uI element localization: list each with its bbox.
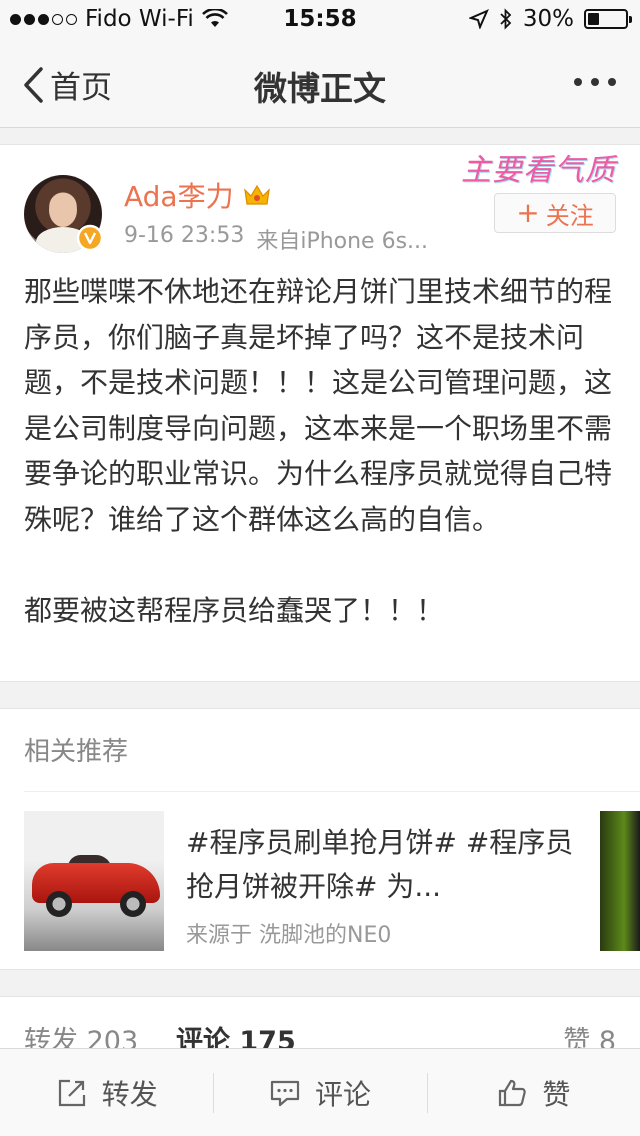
- location-arrow-icon: [468, 9, 489, 29]
- related-item-title[interactable]: #程序员刷单抢月饼# #程序员抢月饼被开除# 为...: [186, 821, 586, 909]
- related-section: 相关推荐 #程序员刷单抢月饼# #程序员抢月饼被开除# 为... 来源于 洗脚池…: [0, 708, 640, 970]
- post-meta: 9-16 23:53 来自iPhone 6s...: [124, 223, 428, 255]
- like-label: 赞: [542, 1077, 571, 1111]
- back-chevron-icon: [24, 66, 43, 103]
- bluetooth-icon: [500, 8, 512, 30]
- divider: [24, 791, 640, 792]
- author-name[interactable]: Ada李力: [124, 175, 272, 215]
- related-item-source: 来源于 洗脚池的NE0: [186, 923, 392, 948]
- nav-bar: 首页 微博正文: [0, 40, 640, 128]
- follow-button[interactable]: + 关注: [494, 193, 616, 233]
- post-source: 来自iPhone 6s...: [256, 229, 429, 254]
- comment-label: 评论: [314, 1077, 371, 1111]
- bottom-toolbar: 转发 评论 赞: [0, 1048, 640, 1136]
- like-button[interactable]: 赞: [426, 1049, 640, 1136]
- repost-icon: [58, 1079, 85, 1106]
- repost-label: 转发: [101, 1077, 158, 1111]
- post-time: 9-16 23:53: [124, 223, 245, 248]
- follow-label: 关注: [545, 201, 594, 230]
- back-button[interactable]: 首页: [22, 62, 112, 107]
- related-item-thumbnail[interactable]: [24, 811, 164, 951]
- status-bar: Fido Wi-Fi 15:58 30%: [0, 0, 640, 40]
- author-name-label: Ada李力: [124, 180, 234, 213]
- comment-icon: [270, 1080, 300, 1106]
- comment-button[interactable]: 评论: [213, 1049, 426, 1136]
- related-section-title: 相关推荐: [24, 737, 129, 767]
- verified-icon: [76, 224, 104, 252]
- post-badge: 主要看气质: [461, 153, 616, 188]
- battery-icon: [584, 9, 632, 29]
- back-label: 首页: [50, 70, 112, 106]
- repost-button[interactable]: 转发: [0, 1049, 213, 1136]
- status-right: 30%: [468, 6, 632, 32]
- crown-icon: [243, 184, 270, 205]
- battery-fill: [588, 13, 599, 25]
- like-icon: [499, 1079, 527, 1106]
- related-item-thumbnail-next[interactable]: [600, 811, 640, 951]
- more-icon[interactable]: [574, 78, 616, 86]
- post-text: 那些喋喋不休地还在辩论月饼门里技术细节的程序员，你们脑子真是坏掉了吗？这不是技术…: [24, 275, 613, 627]
- battery-percent: 30%: [522, 6, 574, 32]
- plus-icon: +: [516, 196, 540, 229]
